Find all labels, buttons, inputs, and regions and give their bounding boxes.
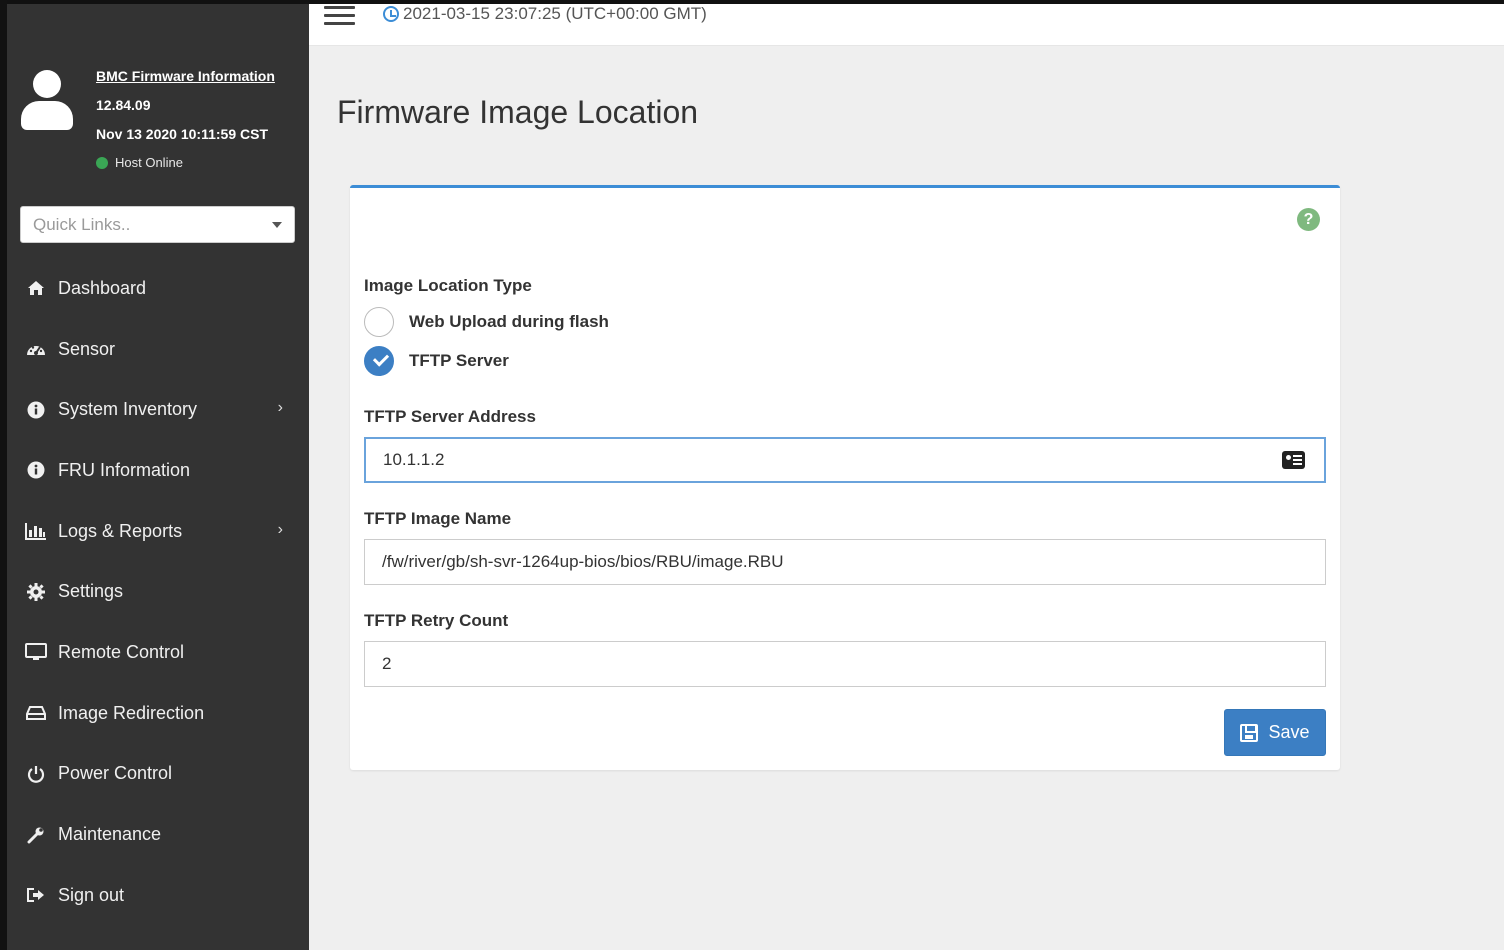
sidebar-item-maintenance[interactable]: Maintenance — [7, 804, 309, 865]
sidebar-item-label: Settings — [58, 581, 124, 602]
sidebar-item-label: System Inventory — [58, 399, 198, 420]
bmc-firmware-info-link[interactable]: BMC Firmware Information — [96, 68, 275, 84]
firmware-build-date: Nov 13 2020 10:11:59 CST — [96, 126, 268, 142]
status-dot-icon — [96, 156, 108, 169]
firmware-info-panel: BMC Firmware Information 12.84.09 Nov 13… — [7, 60, 309, 190]
main-content: Firmware Image Location ? Image Location… — [309, 46, 1504, 950]
info-icon — [25, 460, 47, 480]
info-icon — [25, 400, 47, 420]
dashboard-gauge-icon — [25, 339, 47, 359]
sidebar-item-label: Sign out — [58, 884, 125, 905]
tftp-retry-count-input[interactable]: 2 — [364, 641, 1326, 687]
tftp-image-name-label: TFTP Image Name — [364, 509, 512, 528]
quick-links-select[interactable]: Quick Links.. — [20, 206, 295, 243]
sidebar-item-dashboard[interactable]: Dashboard — [7, 258, 309, 319]
sidebar-nav: Dashboard Sensor System Inventory › FRU … — [7, 258, 309, 926]
sidebar: BMC Firmware Information 12.84.09 Nov 13… — [7, 4, 309, 950]
save-button-label: Save — [1268, 722, 1310, 742]
quick-links-placeholder: Quick Links.. — [33, 214, 131, 234]
bar-chart-icon — [25, 521, 47, 541]
datetime-label: 2021-03-15 23:07:25 (UTC+00:00 GMT) — [403, 4, 707, 23]
sidebar-item-label: Maintenance — [58, 824, 162, 845]
tftp-image-name-input[interactable]: /fw/river/gb/sh-svr-1264up-bios/bios/RBU… — [364, 539, 1326, 585]
sidebar-item-settings[interactable]: Settings — [7, 561, 309, 622]
sidebar-item-label: Image Redirection — [58, 702, 205, 723]
home-icon — [25, 278, 47, 298]
radio-web-upload[interactable]: Web Upload during flash — [364, 307, 609, 337]
clock-icon — [383, 6, 399, 22]
monitor-icon — [25, 642, 47, 662]
window-left-edge — [0, 0, 7, 950]
chevron-right-icon: › — [277, 399, 283, 417]
top-bar: 2021-03-15 23:07:25 (UTC+00:00 GMT) — [309, 4, 1504, 46]
caret-down-icon — [272, 221, 282, 228]
gear-icon — [25, 582, 47, 602]
tftp-retry-count-label: TFTP Retry Count — [364, 611, 509, 630]
user-avatar-icon — [19, 70, 75, 132]
tftp-server-address-input[interactable]: 10.1.1.2 — [364, 437, 1326, 483]
radio-unchecked-icon[interactable] — [364, 307, 394, 337]
sidebar-item-image-redirection[interactable]: Image Redirection — [7, 683, 309, 744]
server-datetime: 2021-03-15 23:07:25 (UTC+00:00 GMT) — [383, 4, 707, 24]
wrench-icon — [25, 825, 47, 845]
save-button[interactable]: Save — [1224, 709, 1326, 756]
radio-tftp-server[interactable]: TFTP Server — [364, 346, 509, 376]
host-status-label: Host Online — [115, 155, 183, 170]
sidebar-item-label: Dashboard — [58, 277, 147, 298]
tftp-server-address-value: 10.1.1.2 — [383, 450, 445, 469]
radio-label: Web Upload during flash — [409, 312, 609, 331]
sidebar-item-sign-out[interactable]: Sign out — [7, 865, 309, 926]
sidebar-item-remote-control[interactable]: Remote Control — [7, 622, 309, 683]
sidebar-item-fru-information[interactable]: FRU Information — [7, 440, 309, 501]
hamburger-menu-icon[interactable] — [324, 6, 355, 25]
host-status: Host Online — [96, 155, 183, 170]
sidebar-item-label: Logs & Reports — [58, 520, 183, 541]
tftp-server-address-label: TFTP Server Address — [364, 407, 536, 426]
sidebar-item-label: Remote Control — [58, 641, 185, 662]
sidebar-item-logs-reports[interactable]: Logs & Reports › — [7, 501, 309, 562]
radio-label: TFTP Server — [409, 351, 509, 370]
sidebar-item-label: Sensor — [58, 338, 116, 359]
save-icon — [1240, 723, 1259, 742]
tftp-image-name-value: /fw/river/gb/sh-svr-1264up-bios/bios/RBU… — [382, 552, 784, 571]
firmware-version: 12.84.09 — [96, 97, 151, 113]
firmware-location-form-card: ? Image Location Type Web Upload during … — [350, 185, 1340, 770]
sidebar-item-sensor[interactable]: Sensor — [7, 319, 309, 380]
chevron-right-icon: › — [277, 520, 283, 538]
page-title: Firmware Image Location — [337, 94, 699, 130]
radio-checked-icon[interactable] — [364, 346, 394, 376]
image-location-type-label: Image Location Type — [364, 276, 532, 295]
sidebar-item-system-inventory[interactable]: System Inventory › — [7, 379, 309, 440]
sidebar-item-power-control[interactable]: Power Control — [7, 744, 309, 805]
sidebar-item-label: Power Control — [58, 763, 173, 784]
sidebar-item-label: FRU Information — [58, 459, 191, 480]
power-icon — [25, 764, 47, 784]
tftp-retry-count-value: 2 — [382, 654, 392, 673]
address-card-icon — [1282, 451, 1305, 469]
help-icon[interactable]: ? — [1297, 208, 1320, 231]
drive-icon — [25, 703, 47, 723]
sign-out-icon — [25, 885, 47, 905]
